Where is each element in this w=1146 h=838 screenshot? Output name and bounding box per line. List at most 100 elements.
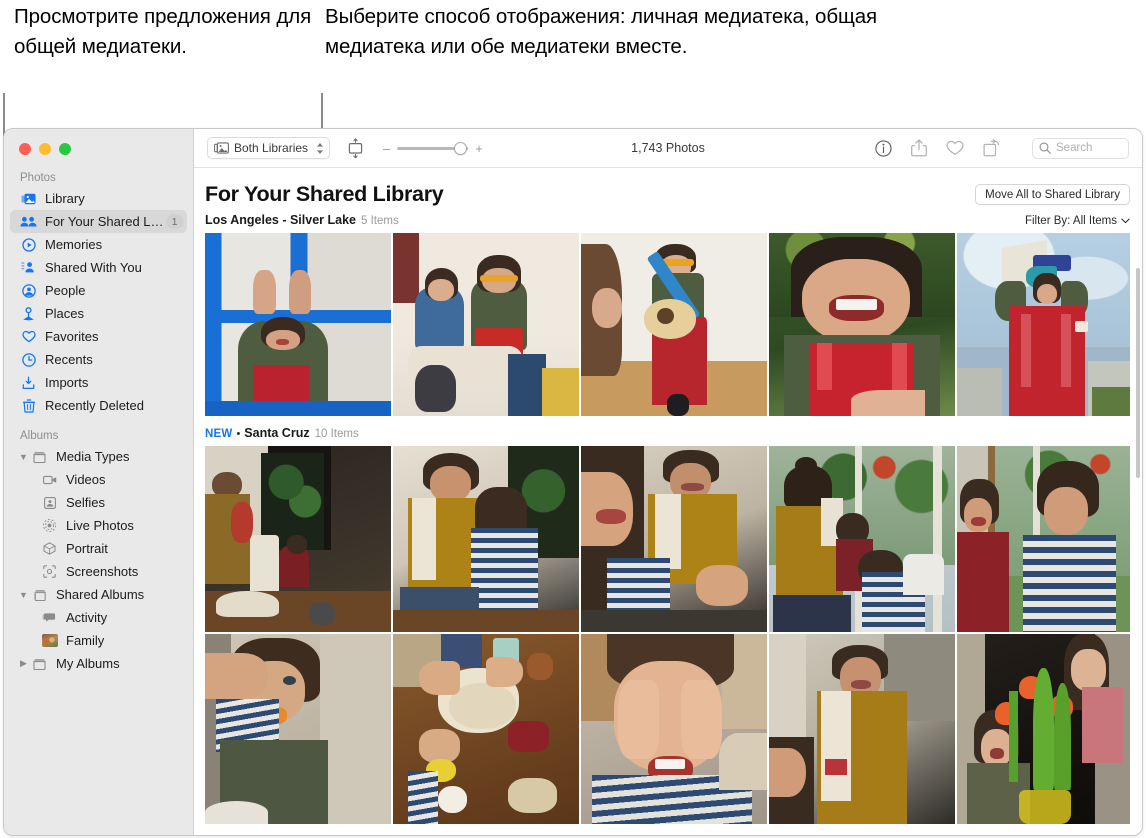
info-icon[interactable] bbox=[875, 139, 892, 157]
memories-icon bbox=[20, 237, 37, 252]
sidebar-item-favorites[interactable]: Favorites bbox=[10, 325, 187, 348]
chevron-updown-icon[interactable] bbox=[316, 142, 324, 155]
sidebar-item-screenshots[interactable]: Screenshots bbox=[10, 560, 187, 583]
photo-cell[interactable] bbox=[581, 233, 767, 416]
section-title: Los Angeles - Silver Lake bbox=[205, 213, 356, 227]
places-pin-icon bbox=[20, 306, 37, 321]
window-traffic-lights bbox=[4, 129, 193, 168]
favorite-heart-icon[interactable] bbox=[946, 140, 964, 156]
sidebar-item-for-your-shared-library[interactable]: For Your Shared Library 1 bbox=[10, 210, 187, 233]
section-header-santa-cruz: NEW • Santa Cruz 10 Items bbox=[205, 426, 1130, 440]
rotate-icon[interactable] bbox=[983, 139, 1000, 157]
move-all-to-shared-library-button[interactable]: Move All to Shared Library bbox=[975, 184, 1130, 205]
photos-app-window: Photos Library For Your Shared Library 1… bbox=[3, 128, 1143, 836]
photo-two-kids bbox=[393, 233, 579, 416]
sidebar-item-shared-with-you[interactable]: Shared With You bbox=[10, 256, 187, 279]
photo-two-kids-door bbox=[957, 446, 1130, 632]
sidebar-item-family[interactable]: Family bbox=[10, 629, 187, 652]
photo-guitar-kid bbox=[581, 233, 767, 416]
library-icon bbox=[20, 191, 37, 206]
search-input[interactable]: Search bbox=[1032, 137, 1129, 159]
chevron-down-icon[interactable]: ▼ bbox=[18, 590, 29, 600]
close-button[interactable] bbox=[19, 142, 31, 155]
photo-cell[interactable] bbox=[205, 233, 391, 416]
sidebar-item-selfies[interactable]: Selfies bbox=[10, 491, 187, 514]
sidebar-item-recently-deleted[interactable]: Recently Deleted bbox=[10, 394, 187, 417]
clock-icon bbox=[20, 352, 37, 367]
page-title: For Your Shared Library bbox=[205, 182, 444, 206]
library-picker[interactable]: Both Libraries bbox=[207, 137, 331, 159]
sidebar-item-media-types[interactable]: ▼ Media Types bbox=[10, 445, 187, 468]
sidebar-item-label: Portrait bbox=[66, 541, 108, 556]
family-album-thumbnail bbox=[41, 633, 58, 648]
vertical-scrollbar[interactable] bbox=[1136, 268, 1140, 478]
sidebar-item-label: Videos bbox=[66, 472, 106, 487]
minimize-button[interactable] bbox=[39, 142, 51, 155]
chevron-right-icon[interactable]: ▶ bbox=[18, 658, 29, 669]
zoom-slider-track[interactable] bbox=[397, 141, 469, 155]
sidebar-item-shared-albums[interactable]: ▼ Shared Albums bbox=[10, 583, 187, 606]
trash-icon bbox=[20, 398, 37, 413]
photo-cell[interactable] bbox=[205, 446, 391, 632]
zoom-in-label[interactable]: + bbox=[475, 141, 483, 156]
photo-grid-santa-cruz-row-1 bbox=[205, 446, 1130, 632]
photo-megaphone-kid bbox=[957, 233, 1130, 416]
section-header-los-angeles: Los Angeles - Silver Lake 5 Items Filter… bbox=[205, 213, 1130, 227]
photo-cell[interactable] bbox=[581, 446, 767, 632]
sidebar-item-label: Imports bbox=[45, 375, 89, 390]
photo-floury-face bbox=[581, 634, 767, 824]
album-box-icon bbox=[31, 449, 48, 464]
shared-with-you-icon bbox=[20, 260, 37, 275]
section-title: Santa Cruz bbox=[244, 426, 310, 440]
zoom-out-label[interactable]: – bbox=[383, 141, 390, 156]
zoom-slider[interactable]: – + bbox=[383, 141, 483, 156]
search-placeholder: Search bbox=[1056, 142, 1093, 154]
toolbar-actions: Search bbox=[875, 137, 1129, 159]
sidebar-item-activity[interactable]: Activity bbox=[10, 606, 187, 629]
photo-cell[interactable] bbox=[769, 233, 955, 416]
sidebar-item-memories[interactable]: Memories bbox=[10, 233, 187, 256]
sidebar-item-my-albums[interactable]: ▶ My Albums bbox=[10, 652, 187, 675]
sidebar-item-label: Library bbox=[45, 191, 85, 206]
sidebar-item-places[interactable]: Places bbox=[10, 302, 187, 325]
content-area: For Your Shared Library Move All to Shar… bbox=[194, 168, 1142, 835]
sidebar-item-label: For Your Shared Library bbox=[45, 214, 166, 229]
photo-cell[interactable] bbox=[957, 634, 1130, 824]
sidebar-item-label: My Albums bbox=[56, 656, 120, 671]
photo-cell[interactable] bbox=[393, 233, 579, 416]
sidebar-item-label: Memories bbox=[45, 237, 103, 252]
photo-baking-wide bbox=[205, 446, 391, 632]
import-icon bbox=[20, 375, 37, 390]
live-photos-icon bbox=[41, 518, 58, 533]
chevron-down-icon[interactable]: ▼ bbox=[18, 452, 29, 462]
sidebar-item-label: Recents bbox=[45, 352, 93, 367]
photo-cell[interactable] bbox=[957, 446, 1130, 632]
sidebar-item-imports[interactable]: Imports bbox=[10, 371, 187, 394]
filter-by-dropdown[interactable]: Filter By: All Items bbox=[1025, 215, 1130, 227]
photo-cell[interactable] bbox=[581, 634, 767, 824]
aspect-ratio-icon[interactable] bbox=[346, 137, 365, 159]
photo-cell[interactable] bbox=[393, 634, 579, 824]
photo-window-boy bbox=[205, 233, 391, 416]
photo-cell[interactable] bbox=[957, 233, 1130, 416]
share-icon[interactable] bbox=[911, 139, 927, 157]
photo-cell[interactable] bbox=[769, 446, 955, 632]
photo-cell[interactable] bbox=[769, 634, 955, 824]
sidebar-item-videos[interactable]: Videos bbox=[10, 468, 187, 491]
sidebar-item-label: Shared Albums bbox=[56, 587, 145, 602]
toolbar: Both Libraries – + 1,743 Photos Search bbox=[194, 129, 1142, 168]
sidebar-item-label: Family bbox=[66, 633, 105, 648]
zoom-slider-thumb[interactable] bbox=[454, 141, 468, 155]
video-camera-icon bbox=[41, 472, 58, 487]
sidebar-item-people[interactable]: People bbox=[10, 279, 187, 302]
sidebar-item-portrait[interactable]: Portrait bbox=[10, 537, 187, 560]
portrait-cube-icon bbox=[41, 541, 58, 556]
photo-cell[interactable] bbox=[205, 634, 391, 824]
sidebar-badge-count: 1 bbox=[166, 214, 183, 229]
photo-cell[interactable] bbox=[393, 446, 579, 632]
sidebar-item-library[interactable]: Library bbox=[10, 187, 187, 210]
sidebar-section-albums-label: Albums bbox=[20, 430, 59, 442]
sidebar-item-recents[interactable]: Recents bbox=[10, 348, 187, 371]
sidebar-item-live-photos[interactable]: Live Photos bbox=[10, 514, 187, 537]
zoom-button[interactable] bbox=[59, 142, 71, 155]
